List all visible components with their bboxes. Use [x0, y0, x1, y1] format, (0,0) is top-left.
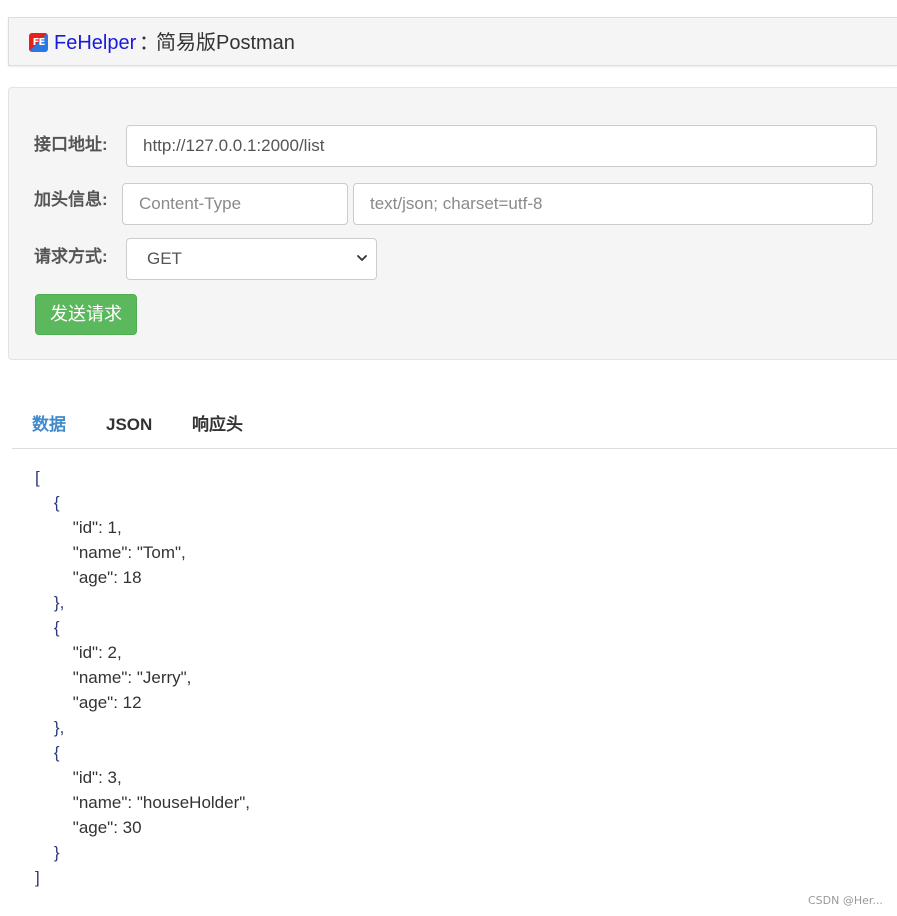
json-line: },: [35, 593, 65, 612]
method-select-value: GET: [147, 249, 182, 268]
brand-link[interactable]: FeHelper: [54, 31, 136, 55]
header-key-input[interactable]: Content-Type: [122, 183, 348, 225]
json-line: [: [35, 468, 40, 487]
method-label: 请求方式:: [34, 247, 108, 266]
json-line: "name": "Jerry",: [35, 668, 192, 687]
json-line: {: [35, 618, 60, 637]
url-input[interactable]: http://127.0.0.1:2000/list: [126, 125, 877, 167]
json-line: "age": 18: [35, 568, 142, 587]
json-line: "id": 1,: [35, 518, 122, 537]
json-line: "id": 2,: [35, 643, 122, 662]
response-json-view: [ { "id": 1, "name": "Tom", "age": 18 },…: [35, 465, 250, 890]
chevron-down-icon: [357, 255, 367, 261]
json-line: "id": 3,: [35, 768, 122, 787]
tab-data[interactable]: 数据: [32, 414, 66, 436]
json-line: {: [35, 493, 60, 512]
response-tabs: 数据 JSON 响应头: [12, 404, 897, 449]
json-line: "age": 30: [35, 818, 142, 837]
url-label: 接口地址:: [34, 135, 108, 154]
tab-response-headers[interactable]: 响应头: [192, 414, 243, 436]
json-line: },: [35, 718, 65, 737]
header-value-input[interactable]: text/json; charset=utf-8: [353, 183, 873, 225]
json-line: ]: [35, 868, 40, 887]
watermark: CSDN @Her...: [808, 894, 883, 907]
header-bar: FE FeHelper ： 简易版Postman: [8, 17, 897, 66]
json-line: "name": "houseHolder",: [35, 793, 251, 812]
method-select[interactable]: GET: [126, 238, 377, 280]
json-line: {: [35, 743, 60, 762]
request-form-panel: 接口地址: http://127.0.0.1:2000/list 加头信息: C…: [8, 87, 897, 360]
page-title: 简易版Postman: [156, 32, 295, 54]
send-request-button[interactable]: 发送请求: [35, 294, 137, 335]
header-label: 加头信息:: [34, 190, 108, 209]
fehelper-logo-icon: FE: [29, 33, 48, 52]
json-line: "age": 12: [35, 693, 142, 712]
tab-json[interactable]: JSON: [106, 414, 152, 436]
json-line: "name": "Tom",: [35, 543, 186, 562]
json-line: }: [35, 843, 60, 862]
